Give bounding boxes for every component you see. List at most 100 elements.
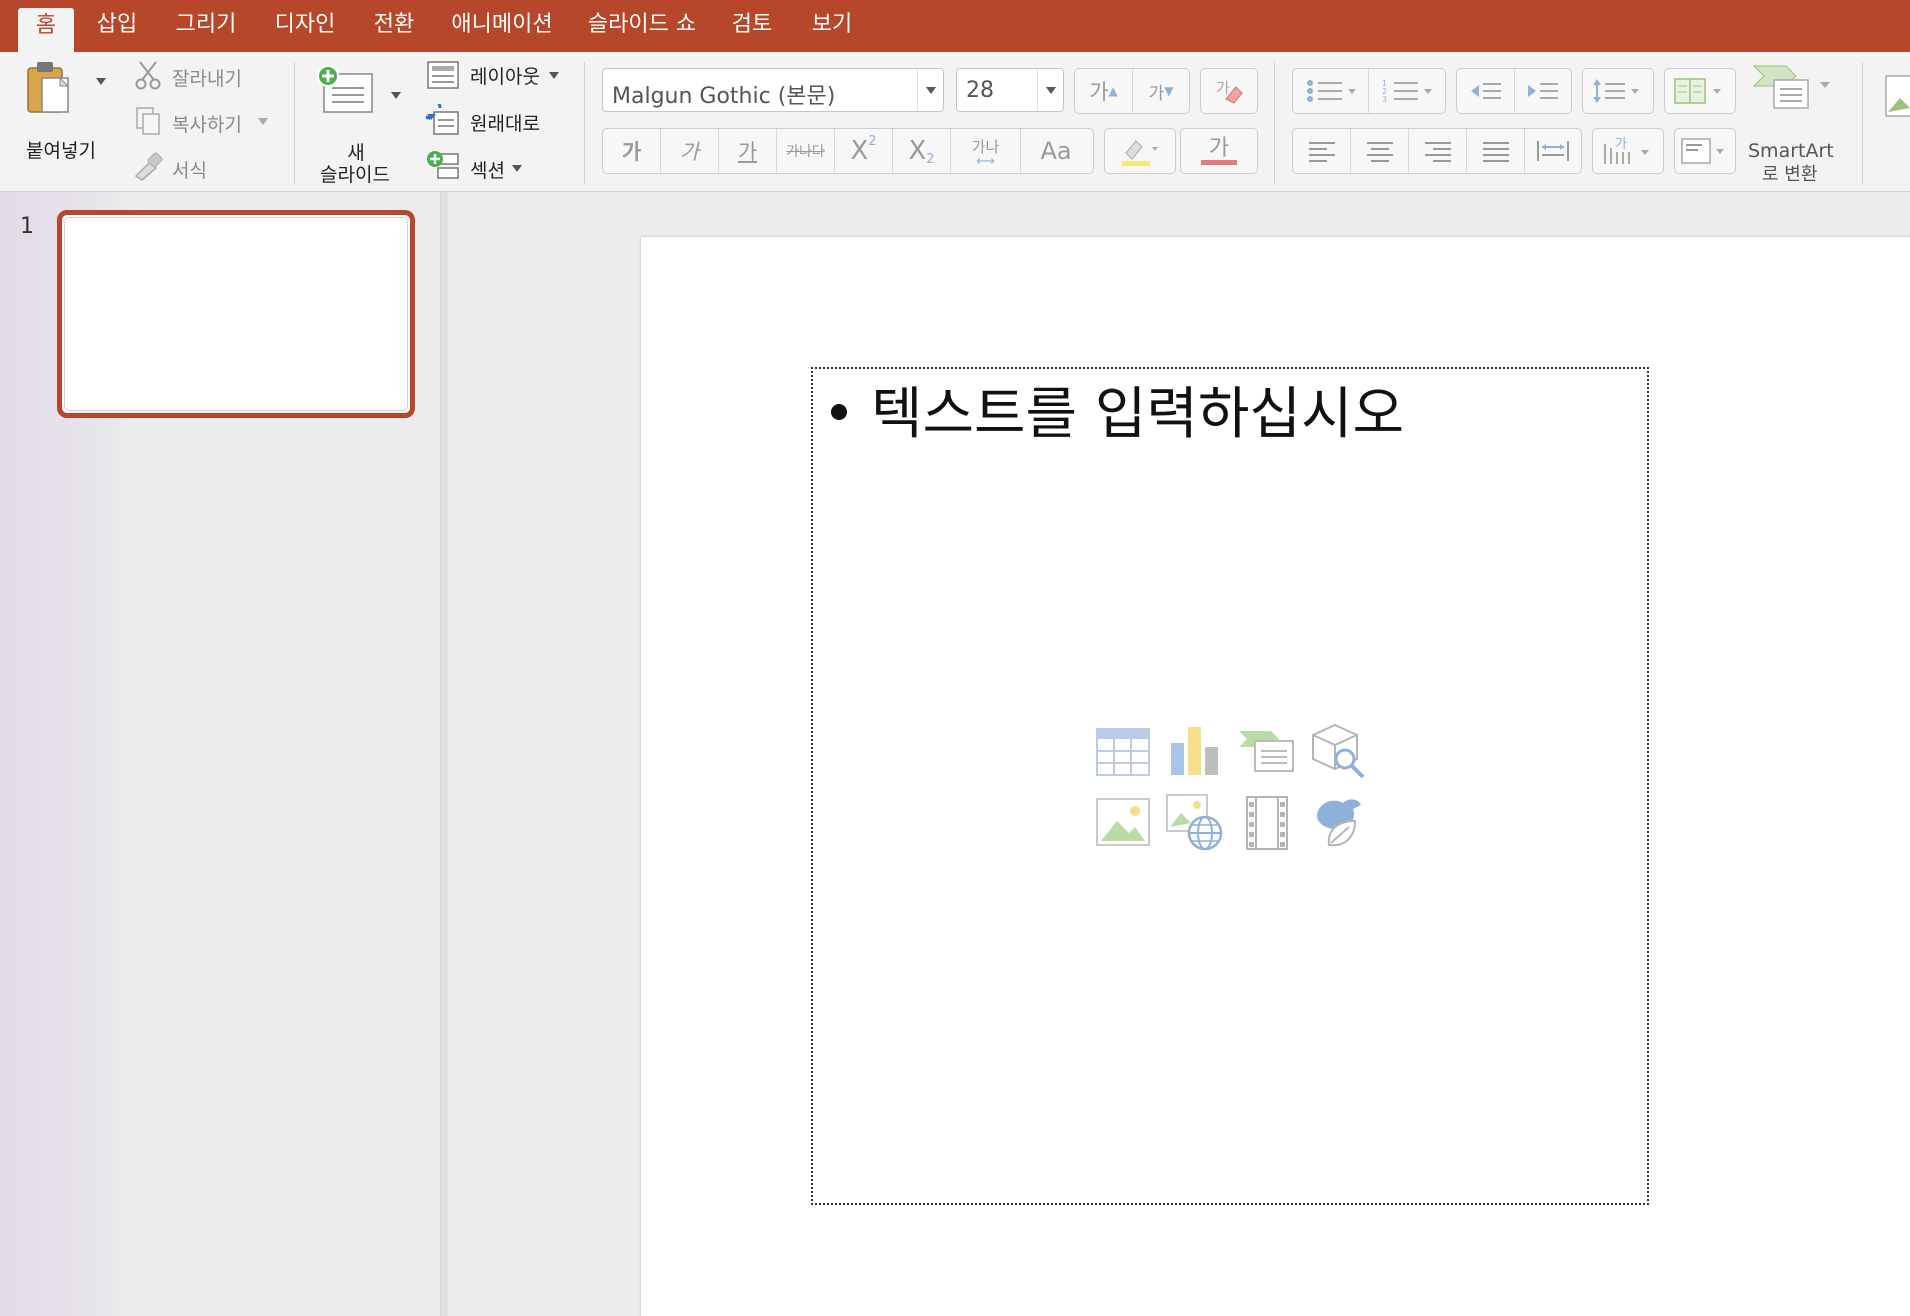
- align-center-icon: [1366, 142, 1393, 162]
- bullets-group: 123: [1292, 68, 1446, 114]
- clear-formatting-button[interactable]: 가: [1201, 69, 1257, 113]
- reset-button[interactable]: 원래대로: [470, 109, 540, 136]
- tab-animations[interactable]: 애니메이션: [446, 0, 558, 52]
- insert-online-picture-icon[interactable]: [1165, 793, 1225, 853]
- increase-indent-button[interactable]: [1515, 69, 1571, 113]
- font-color-button[interactable]: 가: [1181, 129, 1257, 173]
- underline-button[interactable]: 가: [719, 129, 777, 173]
- highlight-button[interactable]: [1105, 129, 1175, 173]
- tab-view[interactable]: 보기: [804, 0, 860, 52]
- numbering-button[interactable]: 123: [1369, 69, 1445, 113]
- subscript-x: X: [908, 136, 927, 166]
- columns-icon: [1674, 78, 1721, 104]
- superscript-2: 2: [868, 133, 877, 149]
- change-case-button[interactable]: Aa: [1021, 129, 1091, 173]
- font-color-swatch: [1201, 159, 1237, 165]
- copy-icon: [134, 106, 162, 136]
- font-name-dropdown[interactable]: [917, 69, 943, 111]
- cut-button[interactable]: 잘라내기: [172, 64, 242, 91]
- paste-dropdown-caret[interactable]: [96, 78, 106, 85]
- reset-icon: [418, 96, 460, 136]
- align-text-group: [1674, 128, 1736, 174]
- tab-slideshow[interactable]: 슬라이드 쇼: [584, 0, 700, 52]
- font-size-grow-shrink: 가 ▲ 가 ▼: [1074, 68, 1190, 114]
- font-size-dropdown[interactable]: [1037, 69, 1063, 111]
- tab-insert[interactable]: 삽입: [92, 0, 142, 52]
- tab-review[interactable]: 검토: [724, 0, 780, 52]
- insert-icons-icon[interactable]: [1309, 793, 1369, 853]
- insert-table-icon[interactable]: [1093, 721, 1153, 781]
- slide-thumbnail-pane: 1: [0, 192, 448, 1316]
- align-right-icon: [1424, 142, 1451, 162]
- italic-button[interactable]: 가: [661, 129, 719, 173]
- subscript-button[interactable]: X2: [893, 129, 951, 173]
- smartart-label-line1[interactable]: SmartArt: [1748, 140, 1834, 162]
- layout-button[interactable]: 레이아웃: [470, 62, 540, 89]
- slide-number: 1: [20, 214, 34, 239]
- bullets-button[interactable]: [1293, 69, 1369, 113]
- align-left-button[interactable]: [1293, 129, 1351, 173]
- smartart-label-line2[interactable]: 로 변환: [1762, 160, 1817, 186]
- copy-dropdown-caret[interactable]: [258, 118, 268, 125]
- pane-splitter[interactable]: [440, 192, 448, 1316]
- placeholder-text-line[interactable]: 텍스트를 입력하십시오: [831, 369, 1404, 450]
- superscript-button[interactable]: X2: [835, 129, 893, 173]
- copy-button[interactable]: 복사하기: [172, 110, 242, 137]
- font-size-value: 28: [966, 78, 994, 103]
- section-button[interactable]: 섹션: [470, 156, 505, 183]
- insert-3d-model-icon[interactable]: [1309, 721, 1369, 781]
- grow-font-label: 가: [1089, 80, 1109, 104]
- font-style-group: 가 가 가 가나다 X2 X2 가나 ⟷ Aa: [602, 128, 1094, 174]
- new-slide-dropdown-caret[interactable]: [391, 92, 401, 99]
- slide-editor: 텍스트를 입력하십시오: [456, 192, 1910, 1316]
- font-name-combo[interactable]: Malgun Gothic (본문): [602, 68, 944, 112]
- group-separator: [1274, 62, 1275, 184]
- justify-button[interactable]: [1467, 129, 1525, 173]
- tab-design[interactable]: 디자인: [268, 0, 342, 52]
- text-direction-group: 가: [1592, 128, 1664, 174]
- grow-font-button[interactable]: 가 ▲: [1075, 69, 1133, 113]
- insert-picture-icon[interactable]: [1093, 793, 1153, 853]
- section-dropdown-caret[interactable]: [512, 165, 522, 172]
- character-spacing-button[interactable]: 가나 ⟷: [951, 129, 1021, 173]
- paste-button[interactable]: 붙여넣기: [26, 136, 96, 163]
- tab-draw[interactable]: 그리기: [170, 0, 242, 52]
- decrease-indent-icon: [1470, 83, 1501, 99]
- align-text-button[interactable]: [1675, 129, 1735, 173]
- new-slide-icon[interactable]: [316, 64, 376, 118]
- distributed-button[interactable]: [1525, 129, 1581, 173]
- group-separator: [584, 62, 585, 184]
- format-painter-icon: [132, 150, 164, 182]
- slide-canvas[interactable]: 텍스트를 입력하십시오: [641, 237, 1910, 1316]
- layout-dropdown-caret[interactable]: [549, 72, 559, 79]
- smartart-convert-icon[interactable]: [1752, 62, 1836, 112]
- align-center-button[interactable]: [1351, 129, 1409, 173]
- shrink-font-button[interactable]: 가 ▼: [1133, 69, 1189, 113]
- tab-transitions[interactable]: 전환: [366, 0, 422, 52]
- insert-chart-icon[interactable]: [1165, 721, 1225, 781]
- tab-home[interactable]: 홈: [18, 8, 74, 52]
- alignment-group: [1292, 128, 1582, 174]
- font-size-combo[interactable]: 28: [956, 68, 1064, 112]
- clear-format-group: 가: [1200, 68, 1258, 114]
- insert-video-icon[interactable]: [1237, 793, 1297, 853]
- paste-icon[interactable]: [24, 56, 74, 120]
- insert-smartart-icon[interactable]: [1237, 721, 1297, 781]
- line-spacing-button[interactable]: [1583, 69, 1653, 113]
- content-placeholder[interactable]: 텍스트를 입력하십시오: [811, 367, 1649, 1205]
- columns-button[interactable]: [1665, 69, 1735, 113]
- decrease-indent-button[interactable]: [1457, 69, 1515, 113]
- text-direction-button[interactable]: 가: [1593, 129, 1663, 173]
- highlight-group: [1104, 128, 1176, 174]
- format-painter-button[interactable]: 서식: [172, 156, 207, 183]
- bold-button[interactable]: 가: [603, 129, 661, 173]
- new-slide-label-line2[interactable]: 슬라이드: [320, 160, 390, 187]
- align-right-button[interactable]: [1409, 129, 1467, 173]
- strikethrough-button[interactable]: 가나다: [777, 129, 835, 173]
- slide-thumbnail[interactable]: [57, 210, 415, 418]
- placeholder-prompt[interactable]: 텍스트를 입력하십시오: [871, 382, 1404, 447]
- picture-icon-partial[interactable]: [1884, 74, 1910, 120]
- justify-icon: [1482, 142, 1509, 162]
- shrink-font-label: 가: [1148, 83, 1165, 104]
- superscript-x: X: [850, 136, 869, 166]
